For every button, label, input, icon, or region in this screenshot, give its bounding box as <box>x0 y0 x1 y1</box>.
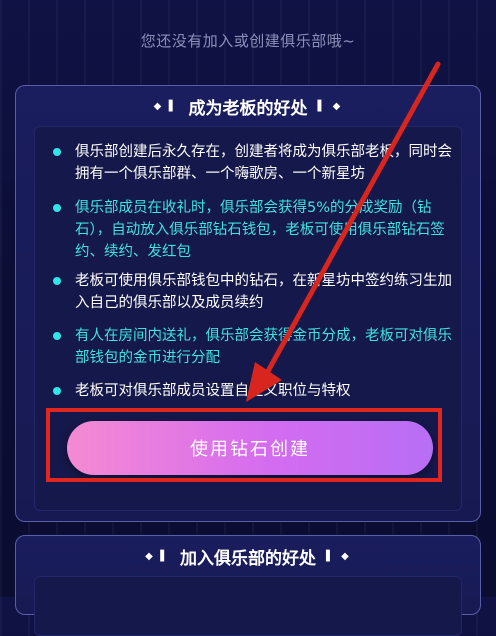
annotation-arrow-icon <box>246 61 441 402</box>
